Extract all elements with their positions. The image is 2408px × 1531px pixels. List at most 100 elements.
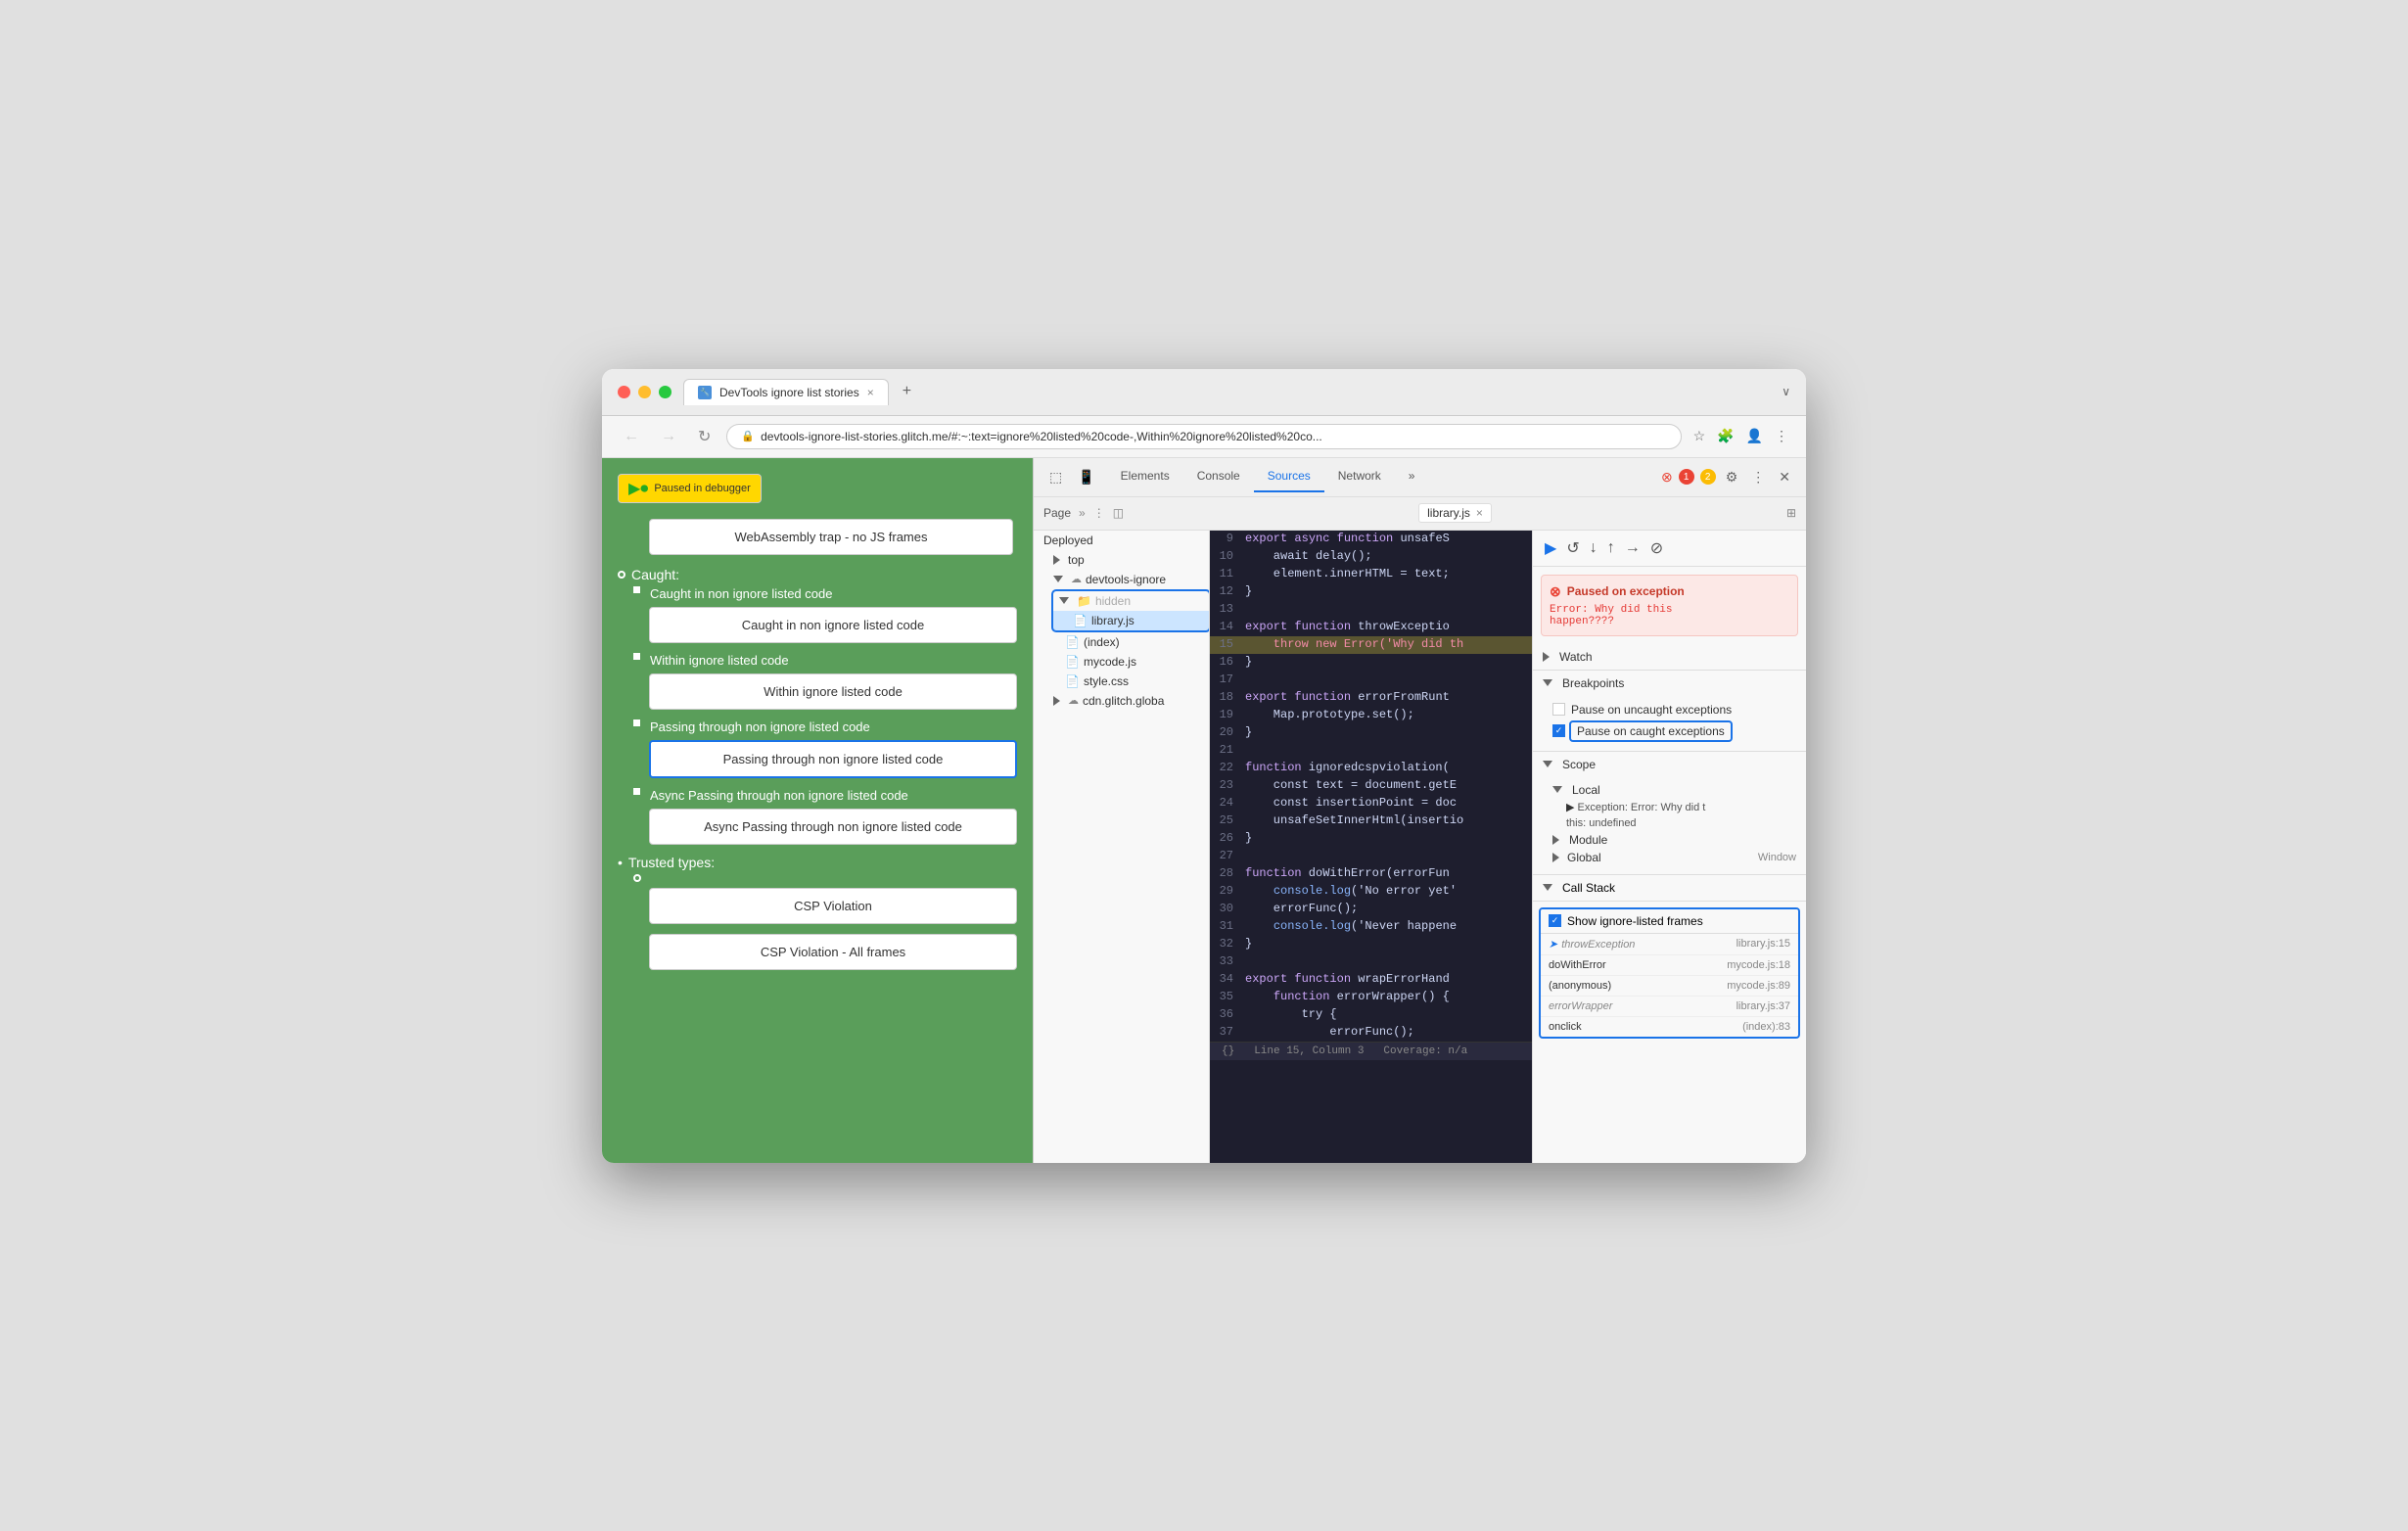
line-number-11: 11 — [1210, 566, 1245, 583]
ft-cdn[interactable]: ☁ cdn.glitch.globa — [1034, 691, 1209, 711]
stack-frame-0[interactable]: ➤throwException library.js:15 — [1541, 934, 1798, 955]
tab-elements[interactable]: Elements — [1107, 461, 1183, 492]
within-ignore-box[interactable]: Within ignore listed code — [649, 673, 1017, 710]
tab-overflow-button[interactable]: ∨ — [1782, 385, 1790, 398]
code-line-19: 19 Map.prototype.set(); — [1210, 707, 1532, 724]
stack-frame-2[interactable]: (anonymous) mycode.js:89 — [1541, 976, 1798, 997]
file-tab-close[interactable]: × — [1476, 506, 1483, 520]
error-icon: ⊗ — [1661, 469, 1673, 486]
extension-icon[interactable]: 🧩 — [1715, 426, 1736, 446]
deactivate-breakpoints-button[interactable]: ⊘ — [1648, 536, 1665, 560]
resume-button[interactable]: ▶ — [1543, 536, 1558, 560]
global-triangle-icon — [1552, 853, 1559, 862]
exception-local-value: Exception: Error: Why did t — [1578, 802, 1706, 813]
step-over-button[interactable]: ↺ — [1564, 536, 1581, 560]
pause-uncaught-checkbox[interactable] — [1552, 703, 1565, 716]
reload-button[interactable]: ↻ — [692, 425, 717, 448]
code-status-bar: {} Line 15, Column 3 Coverage: n/a — [1210, 1042, 1532, 1060]
triangle-icon-2 — [1053, 696, 1060, 706]
tab-favicon: 🔧 — [698, 386, 712, 399]
ft-index[interactable]: 📄 (index) — [1034, 632, 1209, 652]
file-tab[interactable]: library.js × — [1418, 503, 1492, 523]
step-into-button[interactable]: ↓ — [1588, 537, 1599, 559]
source-more-button[interactable]: » — [1079, 506, 1086, 520]
minimize-button[interactable] — [638, 386, 651, 398]
line-content-12: } — [1245, 583, 1532, 601]
line-number-36: 36 — [1210, 1006, 1245, 1024]
caught-non-ignore-box[interactable]: Caught in non ignore listed code — [649, 607, 1017, 643]
pause-caught-checkbox[interactable] — [1552, 724, 1565, 737]
devtools-more-icon[interactable]: ⋮ — [1747, 465, 1769, 489]
passing-through-box[interactable]: Passing through non ignore listed code — [649, 740, 1017, 778]
menu-icon[interactable]: ⋮ — [1773, 426, 1790, 446]
call-stack-header[interactable]: Call Stack — [1533, 875, 1806, 902]
step-button[interactable]: → — [1623, 537, 1643, 559]
ft-top[interactable]: top — [1034, 550, 1209, 570]
ft-library-file[interactable]: 📄 library.js — [1053, 611, 1209, 630]
tab-close-button[interactable]: × — [867, 386, 874, 399]
call-stack-triangle-icon — [1543, 884, 1552, 891]
line-content-24: const insertionPoint = doc — [1245, 795, 1532, 812]
code-line-34: 34export function wrapErrorHand — [1210, 971, 1532, 989]
ft-hidden-folder[interactable]: 📁 hidden — [1053, 591, 1209, 611]
tab-more[interactable]: » — [1395, 461, 1429, 492]
local-section-title[interactable]: Local — [1552, 781, 1796, 799]
tab-network[interactable]: Network — [1324, 461, 1395, 492]
csp-all-box[interactable]: CSP Violation - All frames — [649, 934, 1017, 970]
bullet-square-icon-2 — [633, 653, 640, 660]
wasm-box[interactable]: WebAssembly trap - no JS frames — [649, 519, 1013, 555]
breakpoints-section-title[interactable]: Breakpoints — [1533, 671, 1806, 696]
devtools-inspect-icon[interactable]: ⬚ — [1045, 465, 1066, 489]
devtools-close-icon[interactable]: ✕ — [1775, 465, 1794, 489]
line-number-28: 28 — [1210, 865, 1245, 883]
code-line-29: 29 console.log('No error yet' — [1210, 883, 1532, 901]
error-circle-icon: ⊗ — [1550, 583, 1561, 600]
ft-style[interactable]: 📄 style.css — [1034, 672, 1209, 691]
collapse-tree-icon[interactable]: ◫ — [1113, 506, 1124, 520]
close-button[interactable] — [618, 386, 630, 398]
line-content-16: } — [1245, 654, 1532, 672]
watch-section-title[interactable]: Watch — [1533, 644, 1806, 670]
show-ignored-row: Show ignore-listed frames — [1541, 909, 1798, 934]
ft-deployed[interactable]: Deployed — [1034, 531, 1209, 550]
line-content-25: unsafeSetInnerHtml(insertio — [1245, 812, 1532, 830]
new-tab-button[interactable]: + — [897, 383, 917, 400]
tab-sources[interactable]: Sources — [1254, 461, 1324, 492]
active-tab[interactable]: 🔧 DevTools ignore list stories × — [683, 379, 889, 405]
scope-section-title[interactable]: Scope — [1533, 752, 1806, 777]
exception-local-key: ▶ — [1566, 802, 1578, 813]
global-section-title[interactable]: Global Window — [1552, 849, 1796, 866]
brace-icon: {} — [1222, 1045, 1234, 1057]
url-input[interactable]: 🔒 devtools-ignore-list-stories.glitch.me… — [726, 424, 1681, 449]
pause-caught-label: Pause on caught exceptions — [1571, 722, 1731, 740]
devtools-device-icon[interactable]: 📱 — [1074, 465, 1098, 489]
back-button[interactable]: ← — [618, 426, 645, 447]
line-number-30: 30 — [1210, 901, 1245, 918]
csp-box[interactable]: CSP Violation — [649, 888, 1017, 924]
line-content-29: console.log('No error yet' — [1245, 883, 1532, 901]
source-kebab-icon[interactable]: ⋮ — [1093, 506, 1105, 520]
async-passing-box[interactable]: Async Passing through non ignore listed … — [649, 809, 1017, 845]
line-content-32: } — [1245, 936, 1532, 953]
code-line-15: 15 throw new Error('Why did th — [1210, 636, 1532, 654]
bookmark-icon[interactable]: ☆ — [1691, 426, 1708, 446]
stack-frame-1[interactable]: doWithError mycode.js:18 — [1541, 955, 1798, 976]
tab-console[interactable]: Console — [1183, 461, 1254, 492]
devtools-settings-icon[interactable]: ⚙ — [1722, 465, 1742, 489]
page-button[interactable]: Page — [1043, 506, 1071, 520]
scope-label: Scope — [1562, 758, 1596, 771]
breakpoints-label: Breakpoints — [1562, 676, 1624, 690]
ft-mycode[interactable]: 📄 mycode.js — [1034, 652, 1209, 672]
module-section-title[interactable]: Module — [1552, 831, 1796, 849]
profile-icon[interactable]: 👤 — [1744, 426, 1765, 446]
step-out-button[interactable]: ↑ — [1605, 537, 1617, 559]
line-content-34: export function wrapErrorHand — [1245, 971, 1532, 989]
line-number-19: 19 — [1210, 707, 1245, 724]
maximize-button[interactable] — [659, 386, 671, 398]
stack-frame-4[interactable]: onclick (index):83 — [1541, 1017, 1798, 1037]
forward-button[interactable]: → — [655, 426, 682, 447]
stack-frame-3[interactable]: errorWrapper library.js:37 — [1541, 997, 1798, 1017]
format-icon[interactable]: ⊞ — [1786, 506, 1796, 520]
ft-devtools-ignore[interactable]: ☁ devtools-ignore — [1034, 570, 1209, 589]
show-ignored-checkbox[interactable] — [1549, 914, 1561, 927]
